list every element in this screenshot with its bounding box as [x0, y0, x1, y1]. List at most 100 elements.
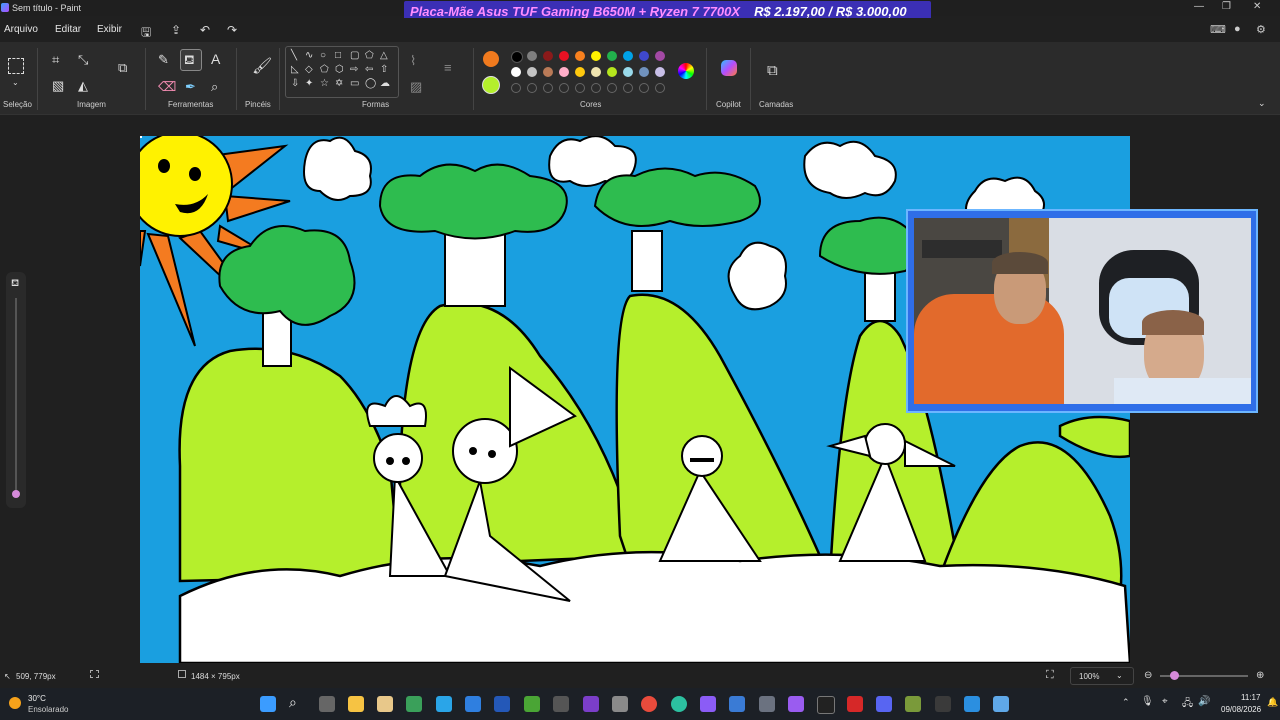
- palette-swatch[interactable]: [559, 67, 569, 77]
- outline-icon[interactable]: ⌇: [410, 53, 416, 69]
- clock-time[interactable]: 11:17: [1241, 693, 1260, 702]
- menu-editar[interactable]: Editar: [55, 24, 81, 35]
- rotate-icon[interactable]: ◭: [78, 78, 88, 94]
- empty-palette-slot[interactable]: [511, 83, 521, 93]
- empty-palette-slot[interactable]: [591, 83, 601, 93]
- task-view-icon[interactable]: [319, 696, 335, 712]
- cloud-callout-shape-icon[interactable]: ☁: [380, 78, 390, 89]
- chrome-icon[interactable]: [641, 696, 657, 712]
- palette-swatch[interactable]: [591, 51, 601, 61]
- brush-size-slider[interactable]: ⛾: [6, 272, 26, 508]
- palette-swatch[interactable]: [639, 67, 649, 77]
- copilot-icon[interactable]: [721, 60, 737, 76]
- app-icon[interactable]: [553, 696, 569, 712]
- eraser-icon[interactable]: ⌫: [158, 79, 176, 95]
- triangle-shape-icon[interactable]: △: [380, 50, 388, 61]
- mail-icon[interactable]: [729, 696, 745, 712]
- oval-callout-shape-icon[interactable]: ◯: [365, 78, 376, 89]
- right-triangle-shape-icon[interactable]: ◺: [291, 64, 299, 75]
- share-icon[interactable]: ⇪: [171, 23, 181, 37]
- brush-icon[interactable]: 🖌: [252, 56, 272, 76]
- empty-palette-slot[interactable]: [639, 83, 649, 93]
- spreadsheet-icon[interactable]: [406, 696, 422, 712]
- pencil-icon[interactable]: ✎: [158, 52, 169, 68]
- empty-palette-slot[interactable]: [575, 83, 585, 93]
- color-picker-icon[interactable]: ✒: [185, 79, 196, 95]
- six-point-star-shape-icon[interactable]: ✡: [335, 78, 343, 89]
- image-select-icon[interactable]: ⧉: [118, 60, 127, 76]
- chevron-down-icon[interactable]: ⌄: [12, 78, 19, 87]
- feedback-icon[interactable]: ⌨: [1210, 23, 1226, 36]
- fill-icon[interactable]: ▨: [410, 79, 422, 95]
- remove-background-icon[interactable]: ▧: [52, 78, 64, 94]
- zoom-slider-thumb[interactable]: [1170, 671, 1179, 680]
- ide-icon[interactable]: [494, 696, 510, 712]
- menu-exibir[interactable]: Exibir: [97, 24, 122, 35]
- app-icon[interactable]: [847, 696, 863, 712]
- obs-icon[interactable]: [817, 696, 835, 714]
- five-point-star-shape-icon[interactable]: ☆: [320, 78, 329, 89]
- oval-shape-icon[interactable]: ○: [320, 50, 326, 61]
- arrow-down-shape-icon[interactable]: ⇩: [291, 78, 299, 89]
- palette-swatch[interactable]: [623, 67, 633, 77]
- app-icon[interactable]: [700, 696, 716, 712]
- four-point-star-shape-icon[interactable]: ✦: [305, 78, 313, 89]
- empty-palette-slot[interactable]: [623, 83, 633, 93]
- vscode-icon[interactable]: [465, 696, 481, 712]
- palette-swatch[interactable]: [623, 51, 633, 61]
- edge-icon[interactable]: [671, 696, 687, 712]
- zoom-in-icon[interactable]: ⊕: [1256, 670, 1264, 681]
- notification-bell-icon[interactable]: 🔔: [1267, 697, 1278, 708]
- app-icon[interactable]: [612, 696, 628, 712]
- line-shape-icon[interactable]: ╲: [291, 50, 297, 61]
- paint-taskbar-icon[interactable]: [993, 696, 1009, 712]
- palette-swatch[interactable]: [607, 67, 617, 77]
- rounded-rectangle-shape-icon[interactable]: ▢: [350, 50, 359, 61]
- curve-shape-icon[interactable]: ∿: [305, 50, 313, 61]
- palette-swatch[interactable]: [543, 67, 553, 77]
- volume-icon[interactable]: 🔊: [1198, 696, 1210, 707]
- save-icon[interactable]: 🖫: [141, 23, 151, 44]
- palette-swatch[interactable]: [527, 67, 537, 77]
- layers-icon[interactable]: ⧉: [767, 62, 778, 79]
- copilot-app-icon[interactable]: [788, 696, 804, 712]
- resize-icon[interactable]: ⤡: [78, 52, 88, 68]
- palette-swatch[interactable]: [655, 67, 665, 77]
- palette-swatch[interactable]: [543, 51, 553, 61]
- file-explorer-icon[interactable]: [348, 696, 364, 712]
- polygon-shape-icon[interactable]: ⬠: [365, 50, 374, 61]
- twitch-icon[interactable]: [583, 696, 599, 712]
- secondary-color-swatch[interactable]: [482, 76, 500, 94]
- arrow-right-shape-icon[interactable]: ⇨: [350, 64, 358, 75]
- diamond-shape-icon[interactable]: ◇: [305, 64, 313, 75]
- pentagon-shape-icon[interactable]: ⬠: [320, 64, 329, 75]
- settings-app-icon[interactable]: [759, 696, 775, 712]
- select-icon[interactable]: [8, 58, 24, 74]
- palette-swatch[interactable]: [591, 67, 601, 77]
- edit-colors-icon[interactable]: [678, 63, 694, 79]
- network-icon[interactable]: 🖧: [1182, 696, 1193, 713]
- search-icon[interactable]: ⌕: [289, 694, 297, 711]
- arrow-left-shape-icon[interactable]: ⇦: [365, 64, 373, 75]
- palette-swatch[interactable]: [559, 51, 569, 61]
- slider-thumb[interactable]: [12, 490, 20, 498]
- app-icon[interactable]: [964, 696, 980, 712]
- empty-palette-slot[interactable]: [543, 83, 553, 93]
- close-icon[interactable]: ✕: [1253, 1, 1261, 12]
- empty-palette-slot[interactable]: [559, 83, 569, 93]
- text-tool-icon[interactable]: A: [211, 51, 220, 67]
- start-windows-icon[interactable]: [260, 696, 276, 712]
- primary-color-swatch[interactable]: [483, 51, 499, 67]
- settings-icon[interactable]: ⚙: [1256, 23, 1266, 36]
- palette-swatch[interactable]: [655, 51, 665, 61]
- steam-icon[interactable]: [935, 696, 951, 712]
- crop-icon[interactable]: ⌗: [52, 52, 59, 68]
- palette-swatch[interactable]: [575, 51, 585, 61]
- redo-icon[interactable]: ↷: [227, 23, 237, 37]
- discord-icon[interactable]: [876, 696, 892, 712]
- palette-swatch[interactable]: [527, 51, 537, 61]
- callout-shape-icon[interactable]: ▭: [350, 78, 359, 89]
- menu-arquivo[interactable]: Arquivo: [4, 24, 38, 35]
- microphone-icon[interactable]: 🎙: [1141, 696, 1154, 707]
- location-icon[interactable]: ⌖: [1162, 696, 1168, 707]
